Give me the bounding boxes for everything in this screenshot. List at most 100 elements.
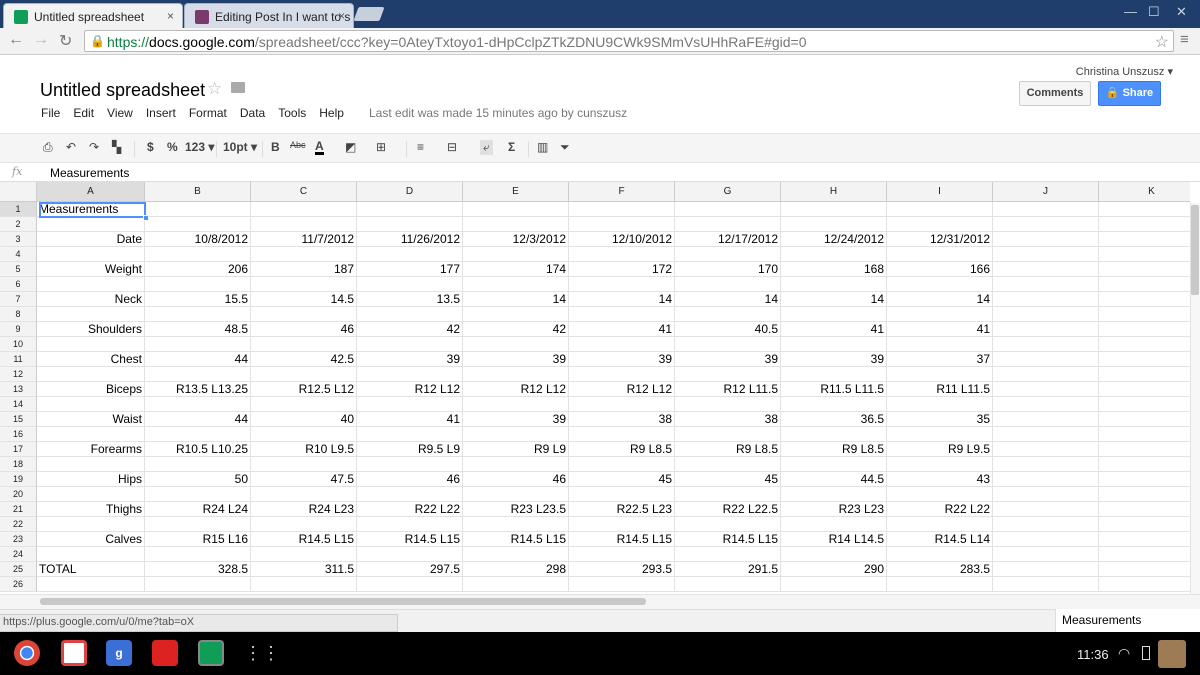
cell-k17[interactable] [1099, 442, 1190, 457]
menu-tools[interactable]: Tools [278, 106, 306, 120]
font-size-dropdown[interactable]: 10pt ▾ [223, 140, 257, 154]
paint-format-icon[interactable]: ▚ [112, 140, 121, 154]
cell-j2[interactable] [993, 217, 1099, 232]
cell-e10[interactable] [463, 337, 569, 352]
vertical-scroll-thumb[interactable] [1191, 205, 1199, 295]
cell-j4[interactable] [993, 247, 1099, 262]
menu-view[interactable]: View [107, 106, 133, 120]
cell-h26[interactable] [781, 577, 887, 592]
cell-h13[interactable]: R11.5 L11.5 [781, 382, 887, 397]
cell-e2[interactable] [463, 217, 569, 232]
cell-i23[interactable]: R14.5 L14 [887, 532, 993, 547]
cell-i22[interactable] [887, 517, 993, 532]
tab-editing-post[interactable]: Editing Post In I want to s × [184, 3, 354, 28]
row-header[interactable]: 10 [0, 337, 37, 352]
cell-a25[interactable]: TOTAL [37, 562, 145, 577]
cell-b5[interactable]: 206 [145, 262, 251, 277]
cell-k1[interactable] [1099, 202, 1190, 217]
cell-h22[interactable] [781, 517, 887, 532]
cell-k24[interactable] [1099, 547, 1190, 562]
share-button[interactable]: 🔒 Share [1098, 81, 1161, 106]
number-format-dropdown[interactable]: 123 ▾ [185, 140, 214, 154]
cell-g14[interactable] [675, 397, 781, 412]
menu-file[interactable]: File [41, 106, 60, 120]
cell-e25[interactable]: 298 [463, 562, 569, 577]
folder-icon[interactable] [231, 82, 245, 93]
cell-i15[interactable]: 35 [887, 412, 993, 427]
cell-b14[interactable] [145, 397, 251, 412]
cell-g2[interactable] [675, 217, 781, 232]
row-header[interactable]: 2 [0, 217, 37, 232]
merge-cells-icon[interactable]: ⊟ [447, 140, 457, 154]
cell-c7[interactable]: 14.5 [251, 292, 357, 307]
fill-handle[interactable] [143, 215, 149, 221]
cell-d4[interactable] [357, 247, 463, 262]
cell-h20[interactable] [781, 487, 887, 502]
cell-c20[interactable] [251, 487, 357, 502]
row-header[interactable]: 1 [0, 202, 37, 217]
cell-b25[interactable]: 328.5 [145, 562, 251, 577]
cell-j1[interactable] [993, 202, 1099, 217]
column-header-d[interactable]: D [357, 182, 463, 202]
cell-e21[interactable]: R23 L23.5 [463, 502, 569, 517]
cell-g3[interactable]: 12/17/2012 [675, 232, 781, 247]
cell-h15[interactable]: 36.5 [781, 412, 887, 427]
cell-a16[interactable] [37, 427, 145, 442]
app-launcher-icon[interactable]: ⋮⋮ [244, 640, 280, 666]
cell-a7[interactable]: Neck [37, 292, 145, 307]
cell-a20[interactable] [37, 487, 145, 502]
column-header-j[interactable]: J [993, 182, 1099, 202]
cell-g17[interactable]: R9 L8.5 [675, 442, 781, 457]
cell-d13[interactable]: R12 L12 [357, 382, 463, 397]
cell-h8[interactable] [781, 307, 887, 322]
cell-f15[interactable]: 38 [569, 412, 675, 427]
cell-a9[interactable]: Shoulders [37, 322, 145, 337]
cell-d26[interactable] [357, 577, 463, 592]
cell-k3[interactable] [1099, 232, 1190, 247]
row-header[interactable]: 8 [0, 307, 37, 322]
cell-i18[interactable] [887, 457, 993, 472]
fill-color-icon[interactable]: ◩ [345, 140, 356, 154]
cell-k13[interactable] [1099, 382, 1190, 397]
cell-c24[interactable] [251, 547, 357, 562]
cell-h16[interactable] [781, 427, 887, 442]
cell-c4[interactable] [251, 247, 357, 262]
row-header[interactable]: 24 [0, 547, 37, 562]
cell-f13[interactable]: R12 L12 [569, 382, 675, 397]
cell-c25[interactable]: 311.5 [251, 562, 357, 577]
cell-j24[interactable] [993, 547, 1099, 562]
cell-f1[interactable] [569, 202, 675, 217]
cell-e17[interactable]: R9 L9 [463, 442, 569, 457]
cell-h23[interactable]: R14 L14.5 [781, 532, 887, 547]
cell-f17[interactable]: R9 L8.5 [569, 442, 675, 457]
cell-j18[interactable] [993, 457, 1099, 472]
cell-f20[interactable] [569, 487, 675, 502]
cell-i19[interactable]: 43 [887, 472, 993, 487]
cell-h2[interactable] [781, 217, 887, 232]
cell-j16[interactable] [993, 427, 1099, 442]
cell-e19[interactable]: 46 [463, 472, 569, 487]
tab-untitled-spreadsheet[interactable]: Untitled spreadsheet × [3, 3, 183, 28]
cell-b16[interactable] [145, 427, 251, 442]
minimize-icon[interactable]: — [1124, 4, 1137, 19]
cell-i1[interactable] [887, 202, 993, 217]
cell-a12[interactable] [37, 367, 145, 382]
cell-j19[interactable] [993, 472, 1099, 487]
cell-k19[interactable] [1099, 472, 1190, 487]
account-name[interactable]: Christina Unszusz ▾ [1076, 65, 1173, 78]
cell-a17[interactable]: Forearms [37, 442, 145, 457]
cell-b9[interactable]: 48.5 [145, 322, 251, 337]
cell-e16[interactable] [463, 427, 569, 442]
cell-c11[interactable]: 42.5 [251, 352, 357, 367]
cell-b21[interactable]: R24 L24 [145, 502, 251, 517]
cell-e18[interactable] [463, 457, 569, 472]
cell-b8[interactable] [145, 307, 251, 322]
cell-j14[interactable] [993, 397, 1099, 412]
cell-a5[interactable]: Weight [37, 262, 145, 277]
cell-i14[interactable] [887, 397, 993, 412]
cell-j25[interactable] [993, 562, 1099, 577]
cell-a6[interactable] [37, 277, 145, 292]
cell-c21[interactable]: R24 L23 [251, 502, 357, 517]
cell-h19[interactable]: 44.5 [781, 472, 887, 487]
new-tab-button[interactable] [353, 7, 385, 21]
